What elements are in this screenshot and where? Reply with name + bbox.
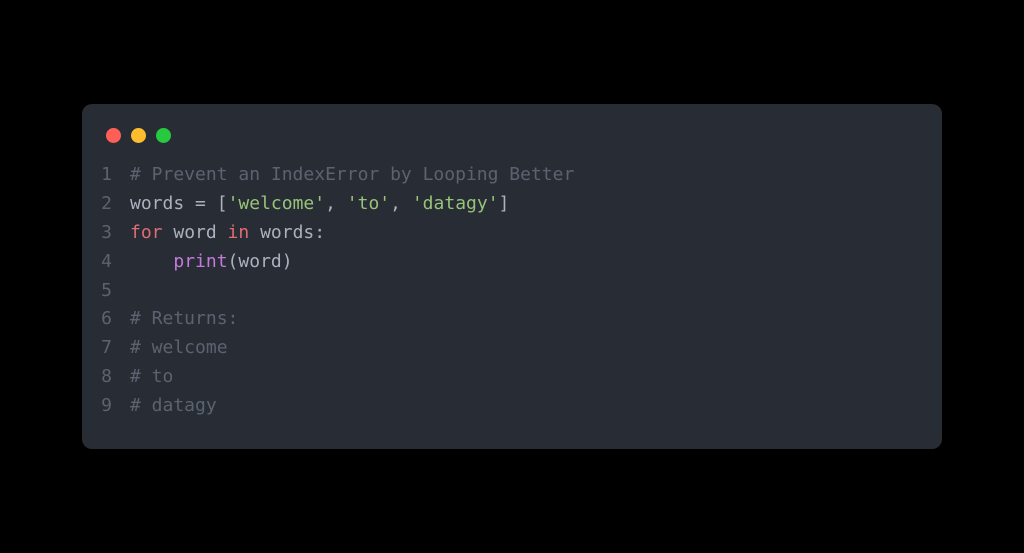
code-token: [: [217, 193, 228, 214]
minimize-icon[interactable]: [131, 128, 146, 143]
code-line: 7# welcome: [82, 334, 942, 363]
code-token: [206, 193, 217, 214]
line-content: # Returns:: [130, 305, 238, 334]
window-controls: [82, 128, 942, 161]
code-line: 5: [82, 277, 942, 306]
code-token: words: [130, 193, 195, 214]
code-token: word: [238, 251, 281, 272]
line-number: 6: [82, 305, 130, 334]
code-token: word: [163, 222, 228, 243]
code-token: for: [130, 222, 163, 243]
code-token: # Returns:: [130, 308, 238, 329]
code-token: ]: [499, 193, 510, 214]
line-number: 7: [82, 334, 130, 363]
code-token: # datagy: [130, 395, 217, 416]
code-line: 8# to: [82, 363, 942, 392]
line-content: for word in words:: [130, 219, 325, 248]
code-token: :: [314, 222, 325, 243]
code-line: 2words = ['welcome', 'to', 'datagy']: [82, 190, 942, 219]
code-token: words: [249, 222, 314, 243]
code-token: 'to': [347, 193, 390, 214]
code-token: in: [228, 222, 250, 243]
code-line: 1# Prevent an IndexError by Looping Bett…: [82, 161, 942, 190]
code-token: ): [282, 251, 293, 272]
line-number: 9: [82, 392, 130, 421]
line-number: 4: [82, 248, 130, 277]
line-number: 5: [82, 277, 130, 306]
code-line: 9# datagy: [82, 392, 942, 421]
code-token: [130, 251, 173, 272]
zoom-icon[interactable]: [156, 128, 171, 143]
close-icon[interactable]: [106, 128, 121, 143]
code-line: 6# Returns:: [82, 305, 942, 334]
line-content: words = ['welcome', 'to', 'datagy']: [130, 190, 509, 219]
code-token: print: [173, 251, 227, 272]
line-content: # welcome: [130, 334, 228, 363]
line-content: # datagy: [130, 392, 217, 421]
code-token: # Prevent an IndexError by Looping Bette…: [130, 164, 574, 185]
line-number: 1: [82, 161, 130, 190]
code-token: (: [228, 251, 239, 272]
line-content: # Prevent an IndexError by Looping Bette…: [130, 161, 574, 190]
code-token: =: [195, 193, 206, 214]
code-token: 'datagy': [412, 193, 499, 214]
line-number: 3: [82, 219, 130, 248]
code-token: # welcome: [130, 337, 228, 358]
code-token: 'welcome': [228, 193, 326, 214]
code-token: ,: [325, 193, 347, 214]
code-editor-window: 1# Prevent an IndexError by Looping Bett…: [82, 104, 942, 448]
code-line: 3for word in words:: [82, 219, 942, 248]
code-line: 4 print(word): [82, 248, 942, 277]
code-area: 1# Prevent an IndexError by Looping Bett…: [82, 161, 942, 420]
code-token: ,: [390, 193, 412, 214]
line-content: print(word): [130, 248, 293, 277]
line-number: 8: [82, 363, 130, 392]
code-token: # to: [130, 366, 173, 387]
line-number: 2: [82, 190, 130, 219]
line-content: # to: [130, 363, 173, 392]
